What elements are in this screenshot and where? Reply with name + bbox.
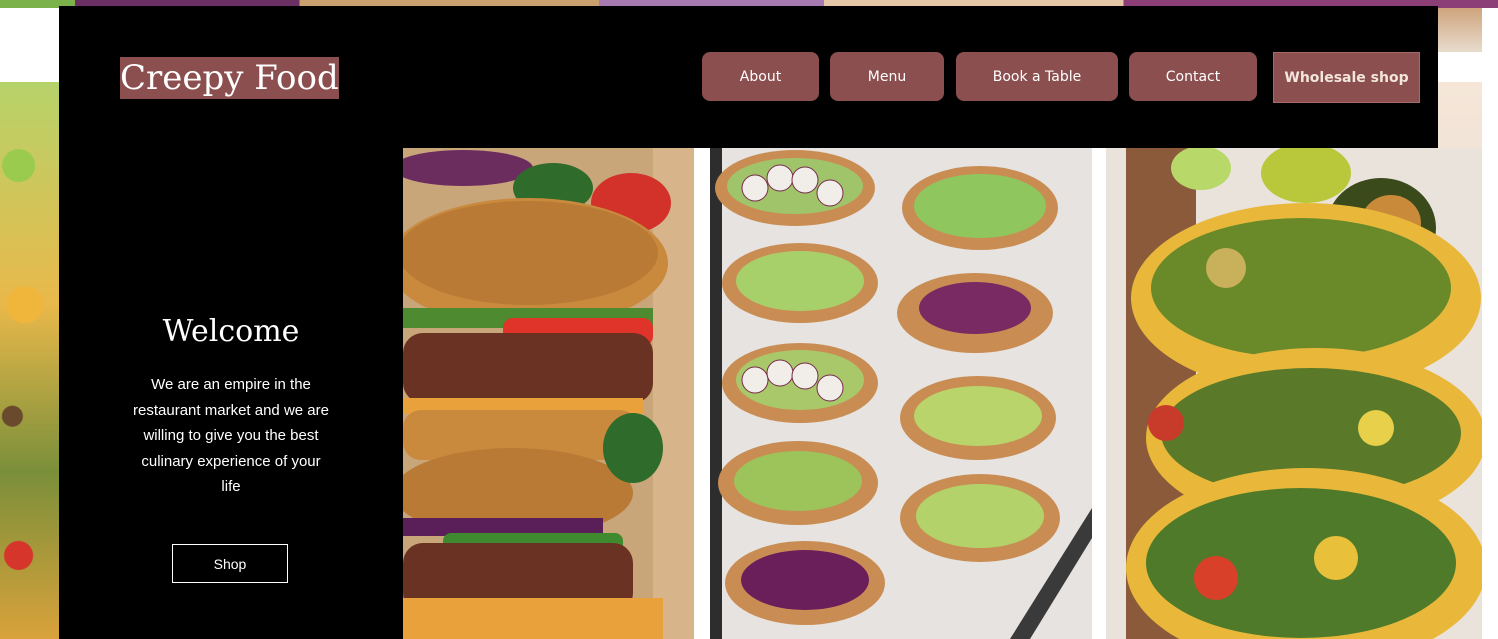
welcome-panel: Welcome We are an empire in the restaura… (59, 148, 403, 639)
toast-image (710, 148, 1092, 639)
nav-contact-button[interactable]: Contact (1129, 52, 1257, 101)
nav-about-button[interactable]: About (702, 52, 819, 101)
welcome-heading: Welcome (162, 314, 300, 349)
burger-image (403, 148, 694, 639)
nav-menu-button[interactable]: Menu (830, 52, 944, 101)
nav-wholesale-shop-button[interactable]: Wholesale shop (1273, 52, 1420, 103)
shop-button[interactable]: Shop (172, 544, 288, 583)
welcome-description: We are an empire in the restaurant marke… (133, 376, 329, 495)
site-header: Creepy Food About Menu Book a Table Cont… (59, 6, 1438, 148)
site-logo[interactable]: Creepy Food (120, 57, 339, 99)
burger-illustration (403, 148, 694, 639)
toast-illustration (710, 148, 1092, 639)
background-topright-food (1438, 8, 1482, 52)
taco-image (1106, 148, 1482, 639)
taco-illustration (1106, 148, 1482, 639)
nav-book-table-button[interactable]: Book a Table (956, 52, 1118, 101)
background-left-food (0, 82, 62, 639)
